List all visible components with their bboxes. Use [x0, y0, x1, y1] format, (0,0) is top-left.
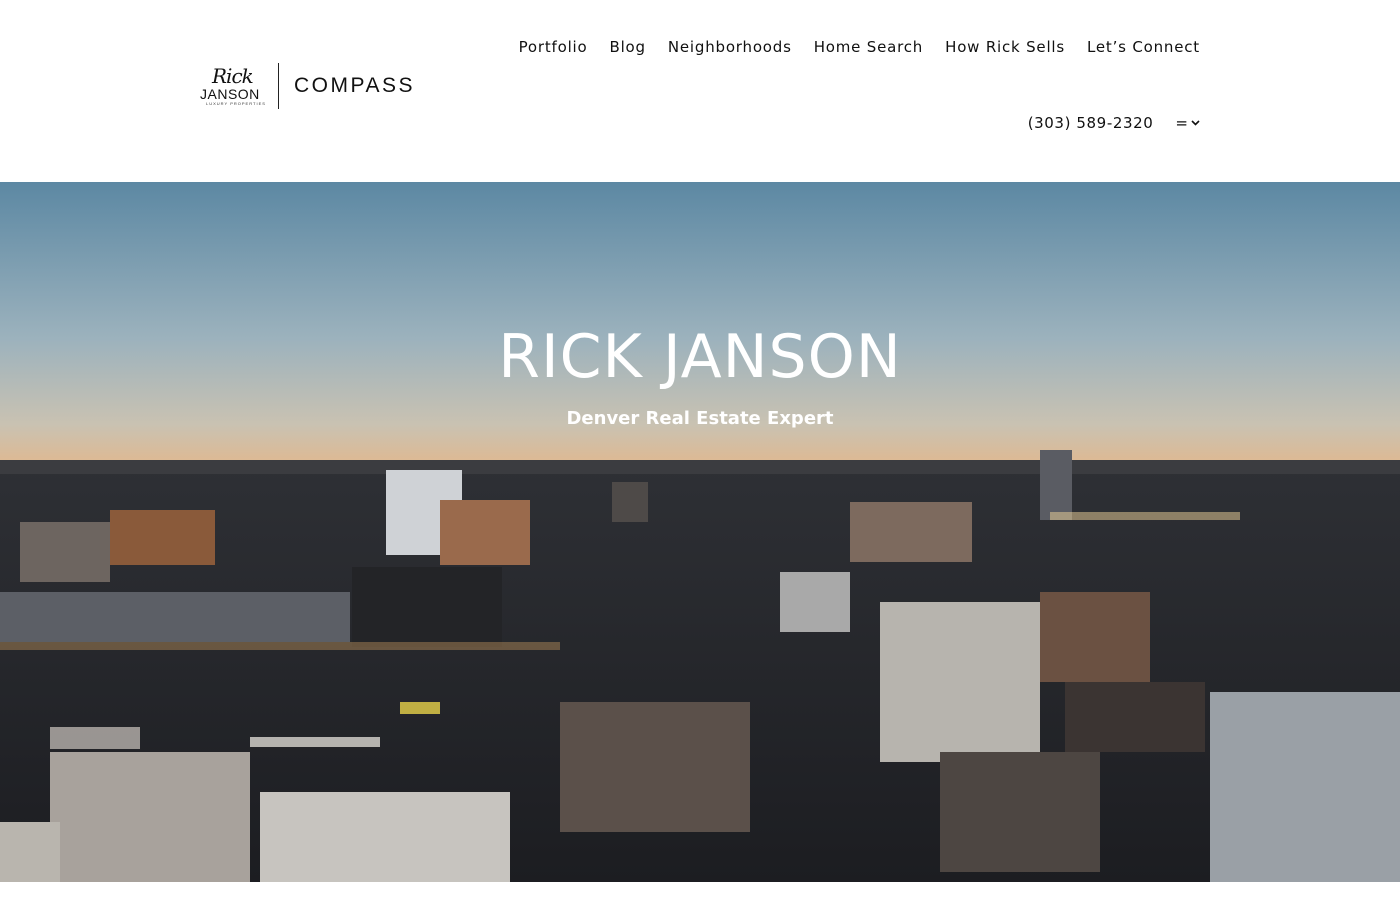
nav-item-lets-connect[interactable]: Let’s Connect [1087, 38, 1200, 56]
logo-script: Rick [212, 64, 254, 88]
hero-title: RICK JANSON [498, 322, 902, 392]
phone-link[interactable]: (303) 589-2320 [1028, 114, 1154, 132]
nav-item-home-search[interactable]: Home Search [814, 38, 923, 56]
logo-tagline: LUXURY PROPERTIES [206, 101, 266, 106]
logo-name: JANSON [200, 86, 260, 102]
logo-divider [278, 63, 279, 109]
hero-banner: RICK JANSON Denver Real Estate Expert [0, 182, 1400, 882]
hamburger-icon: = [1175, 114, 1188, 132]
nav-item-portfolio[interactable]: Portfolio [519, 38, 588, 56]
main-nav: Portfolio Blog Neighborhoods Home Search… [519, 38, 1200, 56]
compass-logo: COMPASS [294, 74, 415, 97]
site-header: Rick JANSON LUXURY PROPERTIES COMPASS Po… [0, 0, 1400, 182]
nav-item-how-rick-sells[interactable]: How Rick Sells [945, 38, 1065, 56]
nav-item-blog[interactable]: Blog [610, 38, 646, 56]
hero-subtitle: Denver Real Estate Expert [566, 408, 834, 429]
city-skyline-image [0, 182, 1400, 882]
menu-toggle-button[interactable]: = [1175, 114, 1200, 132]
chevron-down-icon [1191, 120, 1200, 126]
site-logo[interactable]: Rick JANSON LUXURY PROPERTIES COMPASS [198, 62, 415, 110]
rick-janson-logo: Rick JANSON LUXURY PROPERTIES [198, 64, 266, 108]
contact-row: (303) 589-2320 = [1028, 114, 1200, 132]
nav-item-neighborhoods[interactable]: Neighborhoods [668, 38, 792, 56]
